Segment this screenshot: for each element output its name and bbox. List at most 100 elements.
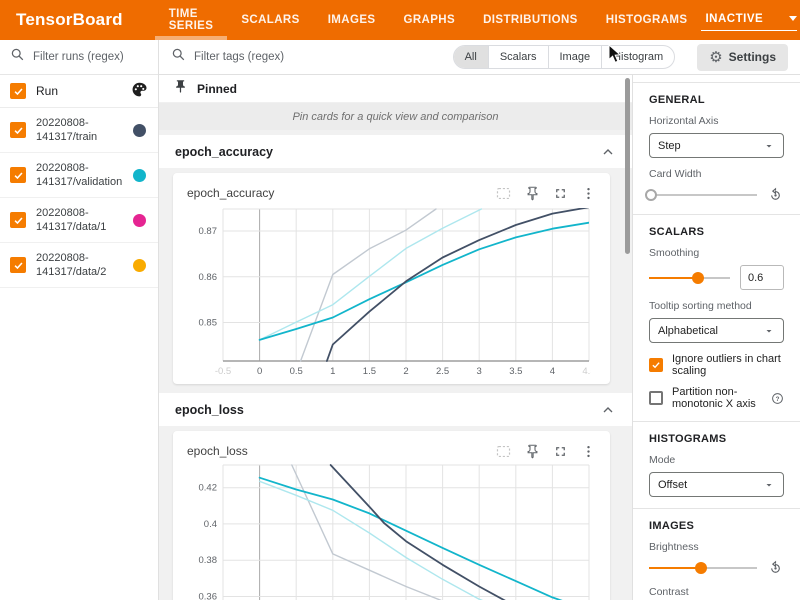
- svg-text:1.5: 1.5: [363, 366, 376, 377]
- smoothing-slider[interactable]: [649, 272, 730, 284]
- run-color-dot: [133, 169, 146, 182]
- run-checkbox[interactable]: [10, 167, 26, 183]
- pinned-title: Pinned: [197, 82, 237, 96]
- tooltip-sorting-select[interactable]: Alphabetical: [649, 318, 784, 343]
- tab-scalars[interactable]: SCALARS: [227, 0, 313, 40]
- ignore-outliers-checkbox[interactable]: [649, 358, 663, 372]
- card-width-slider[interactable]: [649, 189, 757, 201]
- svg-text:0.87: 0.87: [199, 226, 218, 237]
- runs-sidebar: Run 20220808-141317/train 20220808-14131…: [0, 40, 159, 600]
- fit-domain-icon[interactable]: [495, 185, 512, 202]
- fit-domain-icon[interactable]: [495, 443, 512, 460]
- settings-group-histograms: HISTOGRAMS Mode Offset: [649, 433, 784, 497]
- settings-button[interactable]: ⚙ Settings: [697, 44, 788, 71]
- epoch-loss-chart[interactable]: 0.360.380.40.42-0.500.511.522.533.544.5: [187, 462, 591, 600]
- reload-status-select[interactable]: INACTIVE: [701, 10, 797, 31]
- svg-text:0.36: 0.36: [199, 592, 218, 600]
- dropdown-caret-icon: [763, 325, 775, 337]
- collapse-chevron-icon: [600, 402, 616, 418]
- more-vert-icon[interactable]: [581, 186, 596, 201]
- svg-text:0: 0: [257, 366, 262, 377]
- settings-group-scalars: SCALARS Smoothing Tooltip sorting method…: [649, 226, 784, 410]
- dropdown-caret-icon: [763, 140, 775, 152]
- scalar-card-epoch-loss: epoch_loss 0.360.380.40.42-0.500.511.522…: [173, 431, 610, 600]
- svg-text:4.5: 4.5: [582, 366, 591, 377]
- section-header-epoch-loss[interactable]: epoch_loss: [159, 393, 632, 426]
- reset-icon[interactable]: [767, 559, 784, 576]
- main-nav-tabs: TIME SERIES SCALARS IMAGES GRAPHS DISTRI…: [155, 0, 702, 40]
- epoch-accuracy-chart[interactable]: 0.850.860.87-0.500.511.522.533.544.5: [187, 204, 591, 378]
- runs-header-row: Run: [0, 75, 158, 108]
- scalar-card-epoch-accuracy: epoch_accuracy 0.850.860.87-0.500.511.52…: [173, 173, 610, 384]
- partition-x-axis-checkbox[interactable]: [649, 391, 663, 405]
- svg-text:1: 1: [330, 366, 335, 377]
- section-header-epoch-accuracy[interactable]: epoch_accuracy: [159, 135, 632, 168]
- tag-type-filter-chips: All Scalars Image Histogram: [453, 45, 676, 69]
- histogram-mode-select[interactable]: Offset: [649, 472, 784, 497]
- pin-icon: [173, 79, 188, 99]
- svg-text:0.4: 0.4: [204, 519, 217, 530]
- pinned-empty-message: Pin cards for a quick view and compariso…: [159, 103, 632, 130]
- run-name: 20220808-141317/validation: [36, 161, 123, 189]
- settings-group-images: IMAGES Brightness Contrast: [649, 520, 784, 600]
- tab-histograms[interactable]: HISTOGRAMS: [592, 0, 702, 40]
- chip-scalars[interactable]: Scalars: [489, 46, 549, 68]
- run-row-data-2: 20220808-141317/data/2: [0, 243, 158, 288]
- app-title: TensorBoard: [16, 10, 123, 30]
- fullscreen-icon[interactable]: [553, 444, 568, 459]
- svg-text:2.5: 2.5: [436, 366, 449, 377]
- tag-filter-bar: All Scalars Image Histogram ⚙ Settings: [159, 40, 800, 75]
- run-name: 20220808-141317/data/1: [36, 206, 123, 234]
- pin-icon[interactable]: [525, 186, 540, 201]
- svg-text:2: 2: [403, 366, 408, 377]
- svg-text:?: ?: [776, 395, 780, 402]
- svg-text:0.85: 0.85: [199, 318, 218, 329]
- tensorboard-app: TensorBoard TIME SERIES SCALARS IMAGES G…: [0, 0, 800, 600]
- gear-icon: ⚙: [709, 50, 722, 65]
- select-all-runs-checkbox[interactable]: [10, 83, 26, 99]
- run-color-dot: [133, 259, 146, 272]
- run-color-dot: [133, 214, 146, 227]
- palette-icon: [131, 81, 148, 101]
- run-checkbox[interactable]: [10, 257, 26, 273]
- collapse-chevron-icon: [600, 144, 616, 160]
- svg-text:-0.5: -0.5: [215, 366, 231, 377]
- tab-images[interactable]: IMAGES: [314, 0, 390, 40]
- vertical-scrollbar[interactable]: [625, 78, 630, 254]
- run-row-data-1: 20220808-141317/data/1: [0, 198, 158, 243]
- help-icon[interactable]: ?: [771, 392, 784, 405]
- pinned-section-header[interactable]: Pinned: [159, 75, 632, 103]
- run-name: 20220808-141317/data/2: [36, 251, 123, 279]
- main-content: All Scalars Image Histogram ⚙ Settings P…: [159, 40, 632, 600]
- run-checkbox[interactable]: [10, 122, 26, 138]
- runs-filter-row: [0, 40, 158, 75]
- svg-text:0.5: 0.5: [290, 366, 303, 377]
- cards-scroll-area: Pinned Pin cards for a quick view and co…: [159, 75, 632, 600]
- runs-column-header: Run: [36, 84, 121, 98]
- tab-distributions[interactable]: DISTRIBUTIONS: [469, 0, 592, 40]
- brightness-slider[interactable]: [649, 562, 757, 574]
- run-name: 20220808-141317/train: [36, 116, 123, 144]
- settings-group-general: GENERAL Horizontal Axis Step Card Width: [649, 94, 784, 203]
- run-checkbox[interactable]: [10, 212, 26, 228]
- tab-time-series[interactable]: TIME SERIES: [155, 0, 228, 40]
- search-icon: [171, 47, 186, 67]
- pin-icon[interactable]: [525, 444, 540, 459]
- more-vert-icon[interactable]: [581, 444, 596, 459]
- chip-image[interactable]: Image: [549, 46, 603, 68]
- chip-all[interactable]: All: [454, 46, 489, 68]
- svg-text:0.38: 0.38: [199, 555, 218, 566]
- horizontal-axis-select[interactable]: Step: [649, 133, 784, 158]
- smoothing-value-input[interactable]: [740, 265, 784, 290]
- top-app-bar: TensorBoard TIME SERIES SCALARS IMAGES G…: [0, 0, 800, 40]
- svg-text:3: 3: [477, 366, 482, 377]
- chip-histogram[interactable]: Histogram: [602, 46, 674, 68]
- reset-icon[interactable]: [767, 186, 784, 203]
- tab-graphs[interactable]: GRAPHS: [389, 0, 469, 40]
- fullscreen-icon[interactable]: [553, 186, 568, 201]
- tags-filter-input[interactable]: [194, 51, 434, 63]
- runs-filter-input[interactable]: [33, 51, 148, 63]
- svg-text:4: 4: [550, 366, 555, 377]
- svg-text:0.86: 0.86: [199, 272, 218, 283]
- settings-panel: Settings GENERAL Horizontal Axis Step Ca…: [632, 40, 800, 600]
